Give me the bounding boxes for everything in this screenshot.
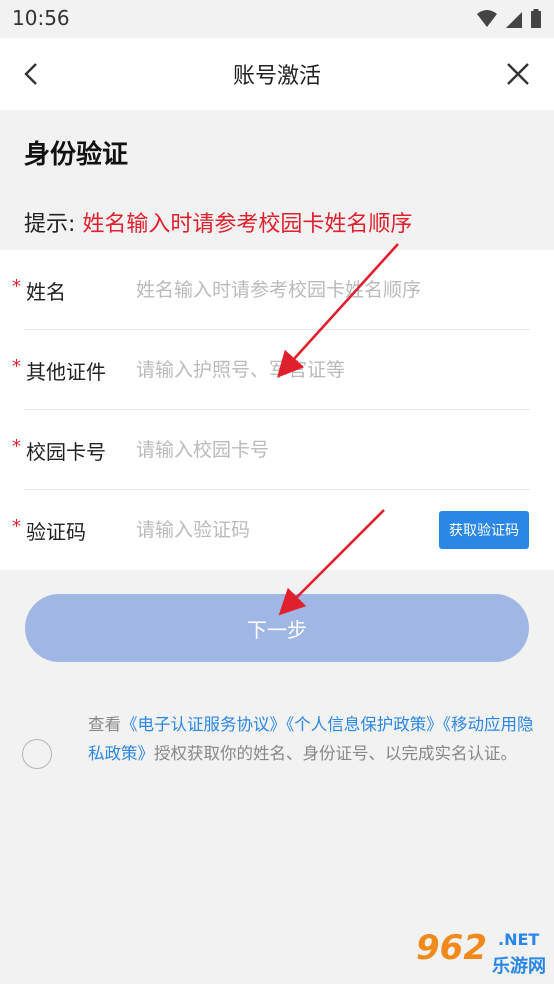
get-code-button[interactable]: 获取验证码 (439, 511, 529, 549)
section-title: 身份验证 (24, 140, 129, 170)
status-time: 10:56 (12, 6, 70, 30)
hint-label: 提示: (24, 212, 83, 237)
signal-icon (506, 12, 522, 28)
agreement-prefix: 查看 (88, 715, 121, 734)
watermark-net: .NET (498, 930, 540, 949)
other-id-label: 其他证件 (26, 360, 106, 384)
form-row-name: * 姓名 (0, 250, 554, 330)
nav-bar: 账号激活 (0, 38, 554, 110)
next-button[interactable]: 下一步 (25, 594, 529, 662)
form-row-code: * 验证码 获取验证码 (0, 490, 554, 570)
name-label: 姓名 (26, 280, 66, 304)
required-mark: * (12, 516, 21, 537)
name-input[interactable] (136, 272, 516, 308)
service-agreement-link[interactable]: 《电子认证服务协议》 (121, 715, 286, 734)
campus-card-input[interactable] (136, 432, 516, 468)
required-mark: * (12, 356, 21, 377)
status-bar: 10:56 (0, 0, 554, 38)
agree-radio[interactable] (22, 739, 52, 769)
watermark-logo: 962 .NET 乐游网 (416, 928, 546, 978)
form-row-other-id: * 其他证件 (0, 330, 554, 410)
wifi-icon (477, 10, 497, 27)
required-mark: * (12, 276, 21, 297)
status-icons (476, 8, 542, 30)
verification-form: * 姓名 * 其他证件 * 校园卡号 * 验证码 获取验证码 (0, 250, 554, 570)
required-mark: * (12, 436, 21, 457)
battery-icon (531, 9, 541, 28)
page-title: 账号激活 (232, 64, 321, 89)
close-icon[interactable] (504, 60, 532, 88)
campus-card-label: 校园卡号 (26, 440, 106, 464)
watermark-sub: 乐游网 (492, 956, 546, 977)
hint: 提示: 姓名输入时请参考校园卡姓名顺序 (24, 206, 412, 238)
agreement-text: 查看《电子认证服务协议》《个人信息保护政策》《移动应用隐私政策》授权获取你的姓名… (88, 710, 534, 768)
other-id-input[interactable] (136, 352, 516, 388)
code-input[interactable] (136, 512, 426, 548)
agreement-suffix: 授权获取你的姓名、身份证号、以完成实名认证。 (154, 744, 517, 763)
form-row-campus-card: * 校园卡号 (0, 410, 554, 490)
code-label: 验证码 (26, 520, 86, 544)
watermark-main: 962 (416, 928, 487, 968)
hint-text: 姓名输入时请参考校园卡姓名顺序 (82, 212, 413, 237)
privacy-policy-link[interactable]: 《个人信息保护政策》 (286, 715, 443, 734)
